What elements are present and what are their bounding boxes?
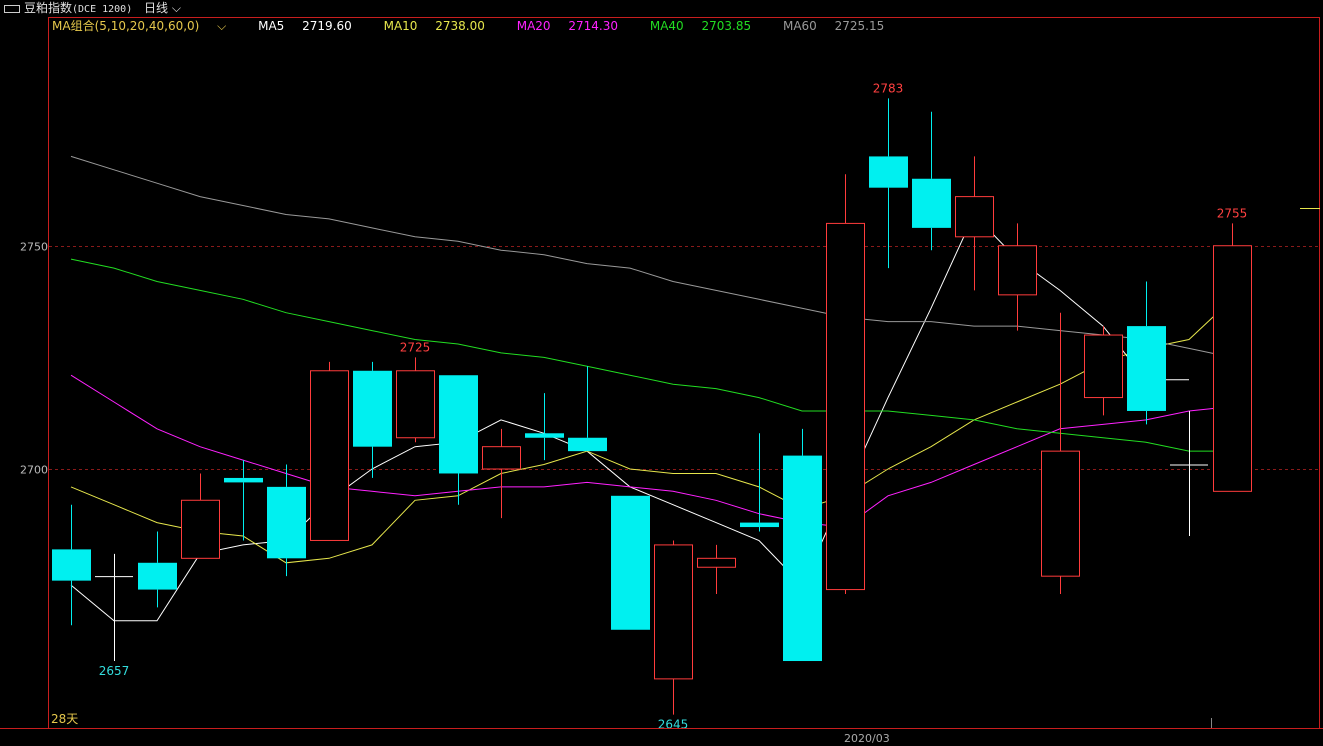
- period-label: 日线: [144, 1, 169, 15]
- ma-group-label: MA组合(5,10,20,40,60,0): [52, 19, 200, 33]
- price-annotation: 2657: [99, 664, 130, 678]
- instrument-name: 豆粕指数: [24, 1, 73, 15]
- candle-body: [267, 486, 306, 559]
- candle-body: [1213, 245, 1252, 492]
- instrument-title[interactable]: 豆粕指数(DCE 1200): [4, 0, 132, 18]
- ma40-legend: MA40 2703.85: [649, 19, 752, 33]
- candle[interactable]: [224, 460, 263, 541]
- candle-body: [740, 522, 779, 528]
- candle-body: [697, 557, 736, 568]
- candles: [52, 98, 1252, 715]
- candle-body: [310, 370, 349, 541]
- candle-body: [826, 222, 865, 591]
- ma60-line: [70, 155, 1233, 358]
- candle-body: [912, 178, 951, 228]
- y-tick-label: 2700: [20, 464, 48, 477]
- candle-body: [611, 495, 650, 630]
- price-annotation: 2725: [400, 340, 431, 354]
- candle-body: [955, 196, 994, 238]
- candle-body: [181, 499, 220, 559]
- candle-body: [1084, 334, 1123, 399]
- price-annotation: 2783: [873, 81, 904, 95]
- ma-group-selector[interactable]: MA组合(5,10,20,40,60,0) ⌵: [52, 19, 240, 33]
- candle-body: [654, 544, 693, 680]
- month-label: 2020/03: [844, 732, 890, 745]
- candle-body: [783, 455, 822, 662]
- price-annotation: 2755: [1217, 206, 1248, 220]
- candle-body: [224, 477, 263, 483]
- ma40-line: [70, 258, 1232, 452]
- candle-body: [525, 433, 564, 438]
- candle[interactable]: [611, 495, 650, 630]
- candle[interactable]: [697, 544, 736, 595]
- candle-body: [568, 437, 607, 452]
- candle[interactable]: [1170, 410, 1208, 536]
- ma-legend: MA组合(5,10,20,40,60,0) ⌵ MA5 2719.60 MA10…: [52, 18, 912, 34]
- candle-body: [396, 370, 435, 439]
- ma10-legend: MA10 2738.00: [383, 19, 485, 33]
- candle-body: [439, 375, 478, 474]
- link-icon: [4, 4, 20, 13]
- candle-body: [869, 156, 908, 188]
- candle[interactable]: [783, 428, 822, 662]
- ma5-legend: MA5 2719.60: [258, 19, 352, 33]
- candle[interactable]: [267, 464, 306, 577]
- ma20-legend: MA20 2714.30: [516, 19, 619, 33]
- candle[interactable]: [95, 553, 133, 662]
- candle[interactable]: [482, 428, 521, 519]
- candle[interactable]: [1041, 312, 1080, 595]
- candle[interactable]: [138, 531, 177, 608]
- ma60-legend: MA60 2725.15: [782, 19, 885, 33]
- candle[interactable]: [912, 111, 951, 251]
- chevron-down-icon: ⌵: [168, 1, 181, 15]
- candle[interactable]: [1084, 326, 1123, 416]
- candlestick-chart[interactable]: 2700 2750 2657 2725 2645 2783 2755 28天 2020/0…: [0, 0, 1323, 746]
- candle[interactable]: [998, 223, 1037, 331]
- instrument-code: (DCE 1200): [72, 4, 133, 15]
- candle-body: [998, 245, 1037, 296]
- chevron-down-icon: ⌵: [213, 19, 227, 33]
- candle[interactable]: [525, 393, 564, 461]
- title-bar: 豆粕指数(DCE 1200) 日线 ⌵: [0, 0, 1323, 16]
- candle-body: [138, 562, 177, 590]
- grid-lines: 2700 2750: [20, 241, 1320, 477]
- candle[interactable]: [568, 366, 607, 452]
- candle[interactable]: [654, 540, 693, 715]
- candle[interactable]: [869, 98, 908, 269]
- candle-body: [52, 549, 91, 581]
- candle[interactable]: [353, 361, 392, 478]
- candle-body: [1041, 450, 1080, 577]
- candle[interactable]: [396, 357, 435, 443]
- candle[interactable]: [1213, 223, 1252, 492]
- candle-body: [482, 446, 521, 470]
- candle-body: [353, 370, 392, 447]
- candle[interactable]: [439, 375, 478, 505]
- candle[interactable]: [1127, 281, 1166, 425]
- candle-body: [1127, 326, 1166, 411]
- candle[interactable]: [181, 473, 220, 559]
- candle[interactable]: [826, 174, 865, 595]
- candle[interactable]: [310, 361, 349, 541]
- y-tick-label: 2750: [20, 241, 48, 254]
- candle[interactable]: [955, 156, 994, 291]
- period-selector[interactable]: 日线 ⌵: [144, 0, 181, 16]
- price-annotation: 2645: [658, 718, 689, 732]
- days-label: 28天: [51, 712, 78, 726]
- candle[interactable]: [52, 504, 91, 626]
